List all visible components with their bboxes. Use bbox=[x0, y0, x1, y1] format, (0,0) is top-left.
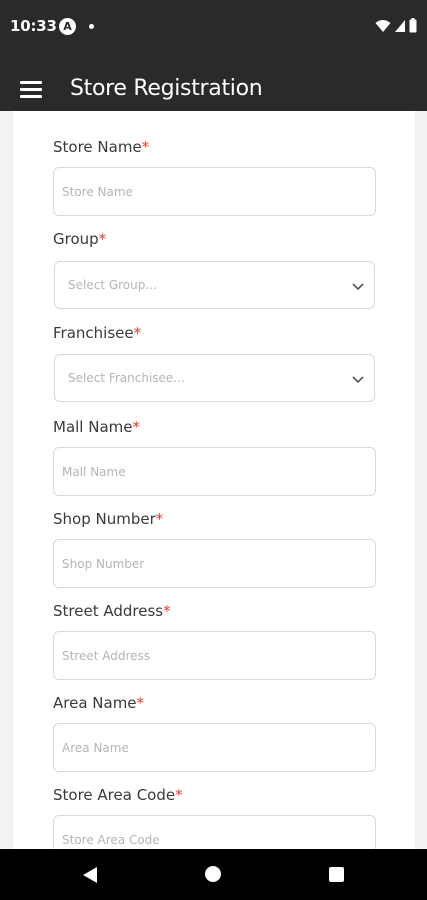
mall-name-label-text: Mall Name bbox=[53, 418, 133, 436]
back-icon[interactable] bbox=[82, 866, 98, 884]
notification-dot-icon bbox=[89, 24, 94, 29]
signal-icon bbox=[395, 19, 405, 32]
shop-number-label-text: Shop Number bbox=[53, 510, 156, 528]
franchisee-label: Franchisee* bbox=[53, 324, 141, 342]
status-bar: 10:33 A bbox=[0, 0, 427, 56]
page-title: Store Registration bbox=[70, 76, 263, 101]
required-marker: * bbox=[136, 694, 145, 712]
registration-form: Store Name* Group* Select Group... Franc… bbox=[13, 111, 415, 849]
store-name-input[interactable] bbox=[54, 168, 375, 215]
area-name-label-text: Area Name bbox=[53, 694, 137, 712]
required-marker: * bbox=[98, 230, 107, 248]
menu-icon[interactable] bbox=[20, 81, 42, 98]
chevron-down-icon bbox=[352, 283, 364, 291]
store-name-label-text: Store Name bbox=[53, 138, 142, 156]
status-icons bbox=[375, 18, 417, 33]
required-marker: * bbox=[141, 138, 150, 156]
street-address-input[interactable] bbox=[54, 632, 375, 679]
store-area-code-label-text: Store Area Code bbox=[53, 786, 176, 804]
franchisee-select-placeholder: Select Franchisee... bbox=[68, 371, 185, 385]
franchisee-label-text: Franchisee bbox=[53, 324, 134, 342]
area-name-label: Area Name* bbox=[53, 694, 144, 712]
chevron-down-icon bbox=[352, 376, 364, 384]
store-area-code-label: Store Area Code* bbox=[53, 786, 183, 804]
recents-icon[interactable] bbox=[329, 867, 344, 882]
shop-number-field bbox=[53, 539, 376, 588]
area-name-input[interactable] bbox=[54, 724, 375, 771]
app-bar: Store Registration bbox=[0, 56, 427, 111]
store-area-code-field bbox=[53, 815, 376, 849]
group-select-placeholder: Select Group... bbox=[68, 278, 157, 292]
group-select[interactable]: Select Group... bbox=[54, 261, 375, 309]
system-nav-bar bbox=[0, 849, 427, 900]
wifi-icon bbox=[375, 19, 391, 32]
store-area-code-input[interactable] bbox=[54, 816, 375, 849]
required-marker: * bbox=[175, 786, 183, 804]
required-marker: * bbox=[163, 602, 171, 620]
mall-name-input[interactable] bbox=[54, 448, 375, 495]
mall-name-field bbox=[53, 447, 376, 496]
store-name-label: Store Name* bbox=[53, 138, 149, 156]
battery-icon bbox=[409, 18, 417, 33]
home-icon[interactable] bbox=[205, 866, 221, 882]
notification-app-icon: A bbox=[59, 18, 76, 35]
group-label-text: Group bbox=[53, 230, 99, 248]
mall-name-label: Mall Name* bbox=[53, 418, 140, 436]
street-address-label: Street Address* bbox=[53, 602, 171, 620]
street-address-label-text: Street Address bbox=[53, 602, 164, 620]
franchisee-select[interactable]: Select Franchisee... bbox=[54, 354, 375, 402]
required-marker: * bbox=[155, 510, 164, 528]
required-marker: * bbox=[132, 418, 141, 436]
area-name-field bbox=[53, 723, 376, 772]
required-marker: * bbox=[133, 324, 142, 342]
street-address-field bbox=[53, 631, 376, 680]
shop-number-label: Shop Number* bbox=[53, 510, 163, 528]
status-time: 10:33 bbox=[10, 17, 57, 35]
group-label: Group* bbox=[53, 230, 106, 248]
shop-number-input[interactable] bbox=[54, 540, 375, 587]
store-name-field bbox=[53, 167, 376, 216]
